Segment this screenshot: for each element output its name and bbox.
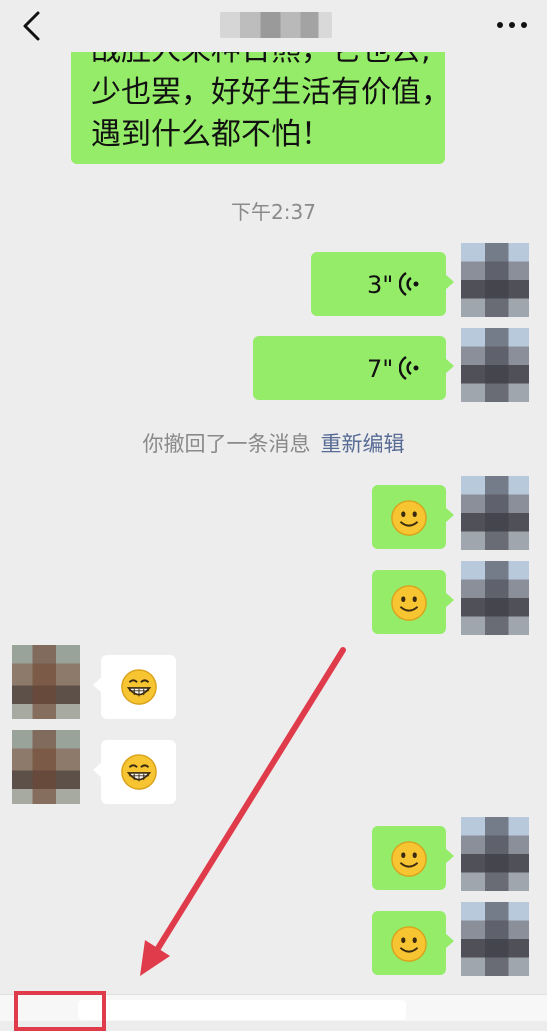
message-input[interactable] [78,1000,406,1020]
emoji-message-bubble[interactable] [93,655,176,719]
text-message-bubble[interactable]: 战胜人来种日熊，它也去, 少也罢，好好生活有价值， 遇到什么都不怕！ [71,40,445,164]
contact-avatar[interactable] [12,730,80,804]
voice-wave-icon [399,355,419,381]
text-line-3: 遇到什么都不怕！ [91,117,331,152]
recall-notice-text: 你撤回了一条消息 [142,432,311,456]
more-horizontal-icon[interactable] [497,22,527,30]
re-edit-link[interactable]: 重新编辑 [321,432,405,456]
voice-toggle-button-highlight[interactable] [14,991,106,1031]
emoji-message-bubble[interactable] [372,570,454,634]
my-avatar[interactable] [461,561,529,635]
grin-emoji-icon [121,754,157,790]
voice-duration: 3" [367,271,394,299]
smile-emoji-icon [391,841,427,877]
recall-notice: 你撤回了一条消息 重新编辑 [0,428,547,458]
voice-message-bubble[interactable]: 3" [311,252,454,316]
my-avatar[interactable] [461,243,529,317]
contact-avatar[interactable] [12,645,80,719]
emoji-message-bubble[interactable] [93,740,176,804]
chevron-left-icon[interactable] [18,10,48,42]
my-avatar[interactable] [461,902,529,976]
chat-title [220,12,332,38]
top-bar [0,0,547,52]
voice-message-bubble[interactable]: 7" [253,336,454,400]
my-avatar[interactable] [461,476,529,550]
smile-emoji-icon [391,926,427,962]
voice-wave-icon [399,271,419,297]
emoji-message-bubble[interactable] [372,911,454,975]
message-timestamp: 下午2:37 [231,200,316,224]
emoji-message-bubble[interactable] [372,826,454,890]
smile-emoji-icon [391,585,427,621]
my-avatar[interactable] [461,328,529,402]
text-line-2: 少也罢，好好生活有价值， [91,75,445,110]
chat-area: 战胜人来种日熊，它也去, 少也罢，好好生活有价值， 遇到什么都不怕！ 下午2:3… [0,0,547,1020]
voice-duration: 7" [367,355,394,383]
emoji-message-bubble[interactable] [372,485,454,549]
my-avatar[interactable] [461,817,529,891]
smile-emoji-icon [391,500,427,536]
grin-emoji-icon [121,669,157,705]
